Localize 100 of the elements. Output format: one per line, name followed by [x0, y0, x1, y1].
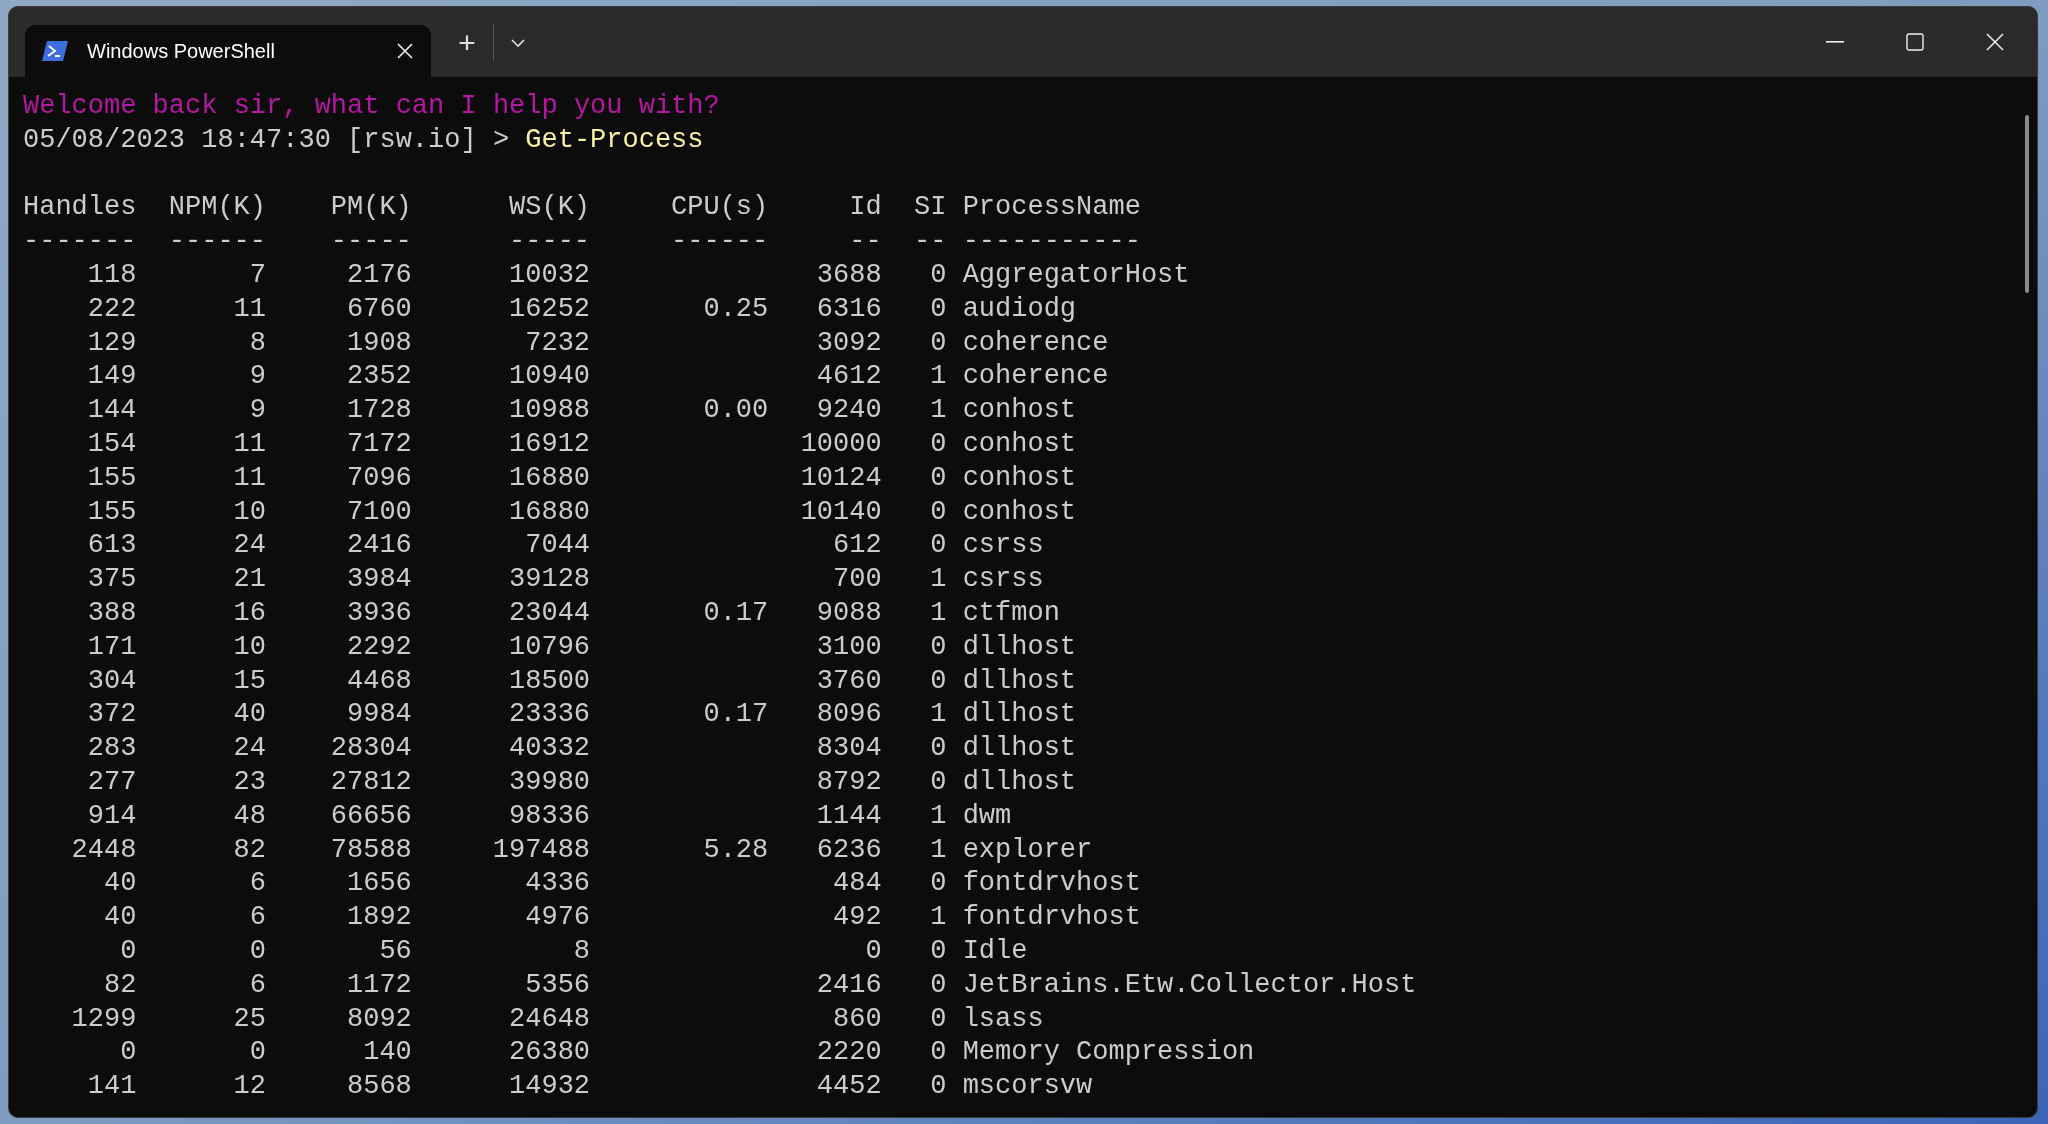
table-cell: 27812 — [330, 766, 412, 797]
table-cell: 1172 — [347, 969, 412, 1000]
table-cell: 8304 — [816, 733, 882, 764]
table-cell: 11 — [233, 428, 266, 459]
table-cell: 28304 — [330, 733, 412, 764]
table-cell: 612 — [833, 530, 882, 561]
table-cell: 1 — [930, 597, 947, 628]
table-cell: 222 — [87, 293, 137, 324]
table-cell: 2416 — [347, 530, 412, 561]
table-cell: 5356 — [525, 969, 591, 1000]
new-tab-button[interactable]: + — [445, 23, 489, 63]
table-cell: 4612 — [816, 361, 882, 392]
table-cell: 6316 — [816, 293, 882, 324]
table-cell: coherence — [962, 361, 1109, 392]
table-cell: 40 — [233, 699, 266, 730]
table-cell: 2448 — [71, 834, 137, 865]
table-cell: 7100 — [347, 496, 412, 527]
table-cell: 0 — [930, 293, 947, 324]
table-cell: 0 — [930, 260, 947, 290]
table-cell: 149 — [87, 361, 137, 392]
table-cell: 0 — [930, 530, 947, 561]
table-cell: 4452 — [816, 1071, 882, 1102]
table-cell: 155 — [87, 462, 137, 493]
table-cell: 0 — [930, 868, 947, 899]
table-cell: 16 — [233, 597, 266, 628]
table-cell: dllhost — [962, 733, 1077, 764]
table-cell: JetBrains.Etw.Collector.Host — [962, 969, 1417, 1000]
table-cell: 11 — [233, 462, 266, 493]
table-cell: 484 — [833, 868, 882, 899]
table-cell: 7096 — [347, 462, 412, 493]
header-rule: ----------- — [962, 226, 1141, 257]
table-cell: 4468 — [347, 665, 412, 696]
table-cell: 10940 — [509, 361, 591, 392]
table-cell: 118 — [87, 260, 137, 290]
table-cell: 1908 — [347, 327, 412, 358]
table-cell: 1 — [930, 395, 947, 426]
table-cell: 10032 — [509, 260, 591, 290]
table-cell: 24 — [233, 733, 266, 764]
header-rule: -- — [849, 226, 882, 257]
tab-title: Windows PowerShell — [87, 39, 276, 64]
close-icon — [397, 43, 413, 59]
table-cell: 3100 — [816, 631, 882, 662]
table-cell: 375 — [87, 564, 137, 595]
table-cell: 283 — [87, 733, 137, 764]
table-cell: 914 — [87, 800, 137, 831]
table-cell: 26380 — [509, 1037, 591, 1068]
table-cell: explorer — [962, 834, 1093, 865]
table-cell: 10 — [233, 496, 266, 527]
table-cell: 39128 — [509, 564, 591, 595]
table-cell: 6760 — [347, 293, 412, 324]
header-rule: ------- — [23, 226, 137, 257]
table-cell: 0 — [930, 935, 947, 966]
table-cell: 10000 — [800, 428, 882, 459]
table-cell: 15 — [233, 665, 266, 696]
table-cell: 140 — [363, 1037, 412, 1068]
table-cell: 1299 — [71, 1003, 137, 1034]
table-cell: 9984 — [347, 699, 412, 730]
table-cell: 10124 — [800, 462, 882, 493]
table-cell: coherence — [962, 327, 1109, 358]
tab[interactable]: Windows PowerShell — [25, 25, 431, 77]
table-cell: 6 — [249, 902, 266, 933]
table-cell: 372 — [87, 699, 137, 730]
table-cell: 700 — [833, 564, 882, 595]
header-rule: ------ — [168, 226, 266, 257]
table-cell: 82 — [104, 969, 137, 1000]
table-cell: 9088 — [816, 597, 882, 628]
table-cell: 0 — [930, 665, 947, 696]
table-cell: 10988 — [509, 395, 591, 426]
table-cell: 78588 — [330, 834, 412, 865]
table-cell: 2220 — [816, 1037, 882, 1068]
table-cell: 0 — [120, 1037, 137, 1068]
table-cell: conhost — [962, 496, 1077, 527]
table-cell: dllhost — [962, 665, 1077, 696]
table-cell: 16252 — [509, 293, 591, 324]
table-cell: 12 — [233, 1071, 266, 1102]
table-cell: 0.25 — [703, 293, 769, 324]
table-cell: conhost — [962, 395, 1077, 426]
table-cell: 4336 — [525, 868, 591, 899]
table-cell: 21 — [233, 564, 266, 595]
powershell-icon — [41, 40, 69, 62]
table-cell: 23 — [233, 766, 266, 797]
column-header: PM(K) — [330, 192, 412, 223]
table-cell: csrss — [962, 530, 1044, 561]
table-cell: 304 — [87, 665, 137, 696]
table-cell: 3936 — [347, 597, 412, 628]
scrollbar-thumb[interactable] — [2025, 115, 2029, 293]
table-cell: 0 — [930, 428, 947, 459]
table-cell: dllhost — [962, 699, 1077, 730]
table-cell: lsass — [962, 1003, 1044, 1034]
table-cell: 24648 — [509, 1003, 591, 1034]
table-cell: 1 — [930, 902, 947, 933]
table-cell: 3984 — [347, 564, 412, 595]
table-cell: 56 — [379, 935, 412, 966]
table-cell: 66656 — [330, 800, 412, 831]
table-cell: 129 — [87, 327, 137, 358]
column-header: Handles — [23, 192, 137, 223]
table-cell: 8568 — [347, 1071, 412, 1102]
table-cell: 18500 — [509, 665, 591, 696]
table-cell: 14932 — [509, 1071, 591, 1102]
table-cell: 9240 — [816, 395, 882, 426]
